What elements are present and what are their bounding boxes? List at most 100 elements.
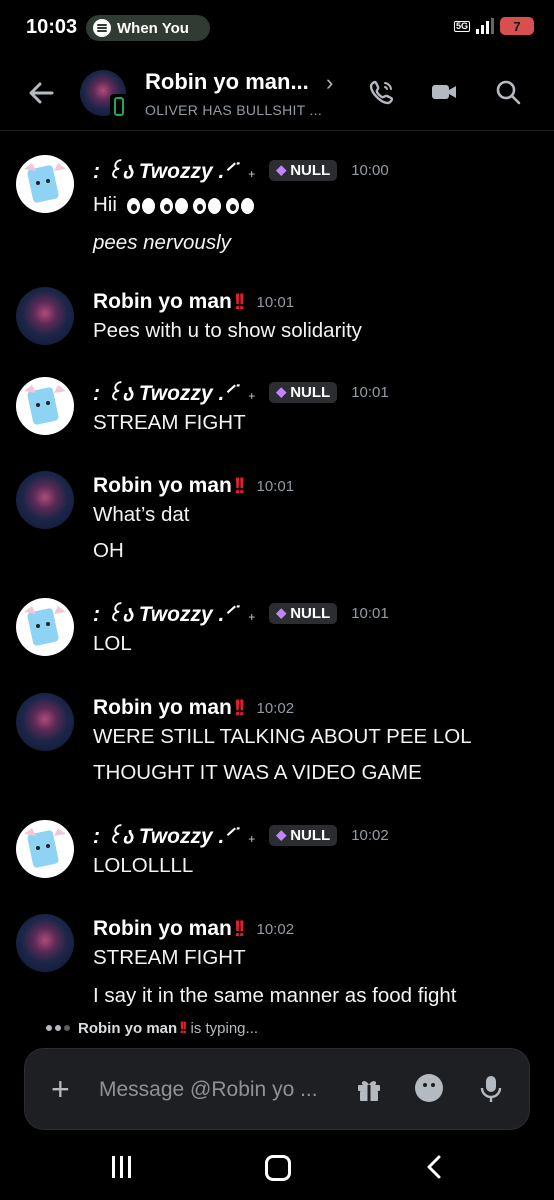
double-exclamation-icon: !! [233, 695, 246, 720]
username[interactable]: : ꒰ა Twozzy .ᐟ˙ [93, 821, 240, 849]
chat-status-subtitle[interactable]: OLIVER HAS BULLSHIT ... [145, 102, 322, 118]
eyes-emoji [192, 196, 223, 216]
message-list[interactable]: : ꒰ა Twozzy .ᐟ˙ + ◆ NULL 10:00 Hii pees n… [0, 131, 554, 1021]
message-text: THOUGHT IT WAS A VIDEO GAME [93, 761, 422, 784]
server-tag-label: NULL [290, 161, 331, 179]
timestamp: 10:01 [351, 383, 389, 401]
avatar[interactable] [16, 287, 74, 345]
server-tag[interactable]: ◆ NULL [269, 159, 338, 181]
double-exclamation-icon: !! [233, 289, 246, 314]
message-composer: + [24, 1048, 530, 1130]
sparkle-icon: + [248, 389, 256, 403]
avatar[interactable] [16, 155, 74, 213]
timestamp: 10:02 [256, 920, 295, 938]
sparkle-icon: + [248, 610, 256, 624]
timestamp: 10:01 [351, 604, 389, 622]
gem-icon: ◆ [276, 605, 287, 620]
avatar[interactable] [16, 598, 74, 656]
signal-icon [476, 18, 494, 34]
server-tag-label: NULL [290, 826, 331, 844]
eyes-emoji [126, 196, 157, 216]
sparkle-icon: + [248, 832, 256, 846]
message-header: Robin yo man !! 10:01 [93, 287, 294, 317]
username[interactable]: : ꒰ა Twozzy .ᐟ˙ [93, 378, 240, 406]
spotify-icon [93, 19, 111, 37]
chat-header: Robin yo man... › OLIVER HAS BULLSHIT ..… [0, 58, 554, 131]
message-text: OH [93, 539, 124, 562]
message-text: Hii [93, 193, 117, 216]
mobile-status-icon [110, 94, 128, 120]
username[interactable]: : ꒰ა Twozzy .ᐟ˙ [93, 599, 240, 627]
recents-icon[interactable] [112, 1156, 134, 1178]
typing-text: is typing... [190, 1019, 259, 1037]
microphone-icon[interactable] [477, 1074, 505, 1104]
sparkle-icon: + [248, 167, 256, 181]
username[interactable]: Robin yo man [93, 474, 232, 498]
username[interactable]: Robin yo man [93, 696, 232, 720]
message-header: Robin yo man !! 10:01 [93, 471, 294, 501]
message-header: Robin yo man !! 10:02 [93, 693, 294, 723]
double-exclamation-icon: !! [179, 1018, 188, 1037]
server-tag[interactable]: ◆ NULL [269, 824, 338, 846]
message-text: What’s dat [93, 503, 190, 526]
chevron-right-icon[interactable]: › [326, 70, 333, 96]
message-text: Pees with u to show solidarity [93, 319, 362, 342]
message-text: STREAM FIGHT [93, 946, 246, 969]
eyes-emoji [225, 196, 256, 216]
username[interactable]: Robin yo man [93, 917, 232, 941]
eyes-emoji [159, 196, 190, 216]
message-header: : ꒰ა Twozzy .ᐟ˙ + ◆ NULL 10:01 [93, 377, 389, 407]
message-header: : ꒰ა Twozzy .ᐟ˙ + ◆ NULL 10:01 [93, 598, 389, 628]
timestamp: 10:01 [256, 477, 295, 495]
eyes-emoji-group [126, 196, 256, 216]
message-text: I say it in the same manner as food figh… [93, 984, 457, 1007]
timestamp: 10:01 [256, 293, 295, 311]
plus-icon[interactable]: + [51, 1073, 70, 1105]
gem-icon: ◆ [276, 827, 287, 842]
server-tag-label: NULL [290, 383, 331, 401]
message-header: : ꒰ა Twozzy .ᐟ˙ + ◆ NULL 10:02 [93, 820, 389, 850]
avatar[interactable] [16, 693, 74, 751]
battery-icon: 7 [500, 17, 534, 35]
gift-icon[interactable] [355, 1075, 383, 1103]
username[interactable]: Robin yo man [93, 290, 232, 314]
emoji-icon[interactable] [415, 1074, 443, 1102]
back-icon[interactable] [424, 1154, 444, 1180]
message-text: pees nervously [93, 231, 231, 254]
avatar[interactable] [16, 471, 74, 529]
message-text: STREAM FIGHT [93, 411, 246, 434]
phone-icon[interactable] [368, 78, 396, 106]
message-text: WERE STILL TALKING ABOUT PEE LOL [93, 725, 472, 748]
message-content: Hii [93, 193, 256, 217]
avatar[interactable] [16, 820, 74, 878]
gem-icon: ◆ [276, 384, 287, 399]
now-playing-pill[interactable]: When You [86, 15, 210, 41]
typing-user: Robin yo man [78, 1019, 178, 1037]
system-nav-bar [0, 1140, 554, 1200]
message-header: : ꒰ა Twozzy .ᐟ˙ + ◆ NULL 10:00 [93, 155, 389, 185]
server-tag[interactable]: ◆ NULL [269, 381, 338, 403]
double-exclamation-icon: !! [233, 473, 246, 498]
arrow-left-icon[interactable] [26, 78, 56, 108]
home-icon[interactable] [265, 1155, 291, 1181]
message-text: LOLOLLLL [93, 854, 194, 877]
username[interactable]: : ꒰ა Twozzy .ᐟ˙ [93, 156, 240, 184]
double-exclamation-icon: !! [233, 916, 246, 941]
network-5g-icon: 5G [453, 20, 470, 32]
server-tag[interactable]: ◆ NULL [269, 602, 338, 624]
chat-title[interactable]: Robin yo man... [145, 69, 309, 95]
message-text: LOL [93, 632, 132, 655]
search-icon[interactable] [494, 78, 522, 106]
status-time: 10:03 [26, 16, 78, 38]
timestamp: 10:02 [256, 699, 295, 717]
message-input[interactable] [99, 1073, 335, 1107]
typing-indicator: Robin yo man !! is typing... [46, 1018, 258, 1038]
video-camera-icon[interactable] [430, 80, 458, 104]
server-tag-label: NULL [290, 604, 331, 622]
avatar[interactable] [16, 914, 74, 972]
timestamp: 10:00 [351, 161, 389, 179]
gem-icon: ◆ [276, 162, 287, 177]
timestamp: 10:02 [351, 826, 389, 844]
avatar[interactable] [16, 377, 74, 435]
status-bar: 10:03 When You 5G 7 [0, 0, 554, 58]
